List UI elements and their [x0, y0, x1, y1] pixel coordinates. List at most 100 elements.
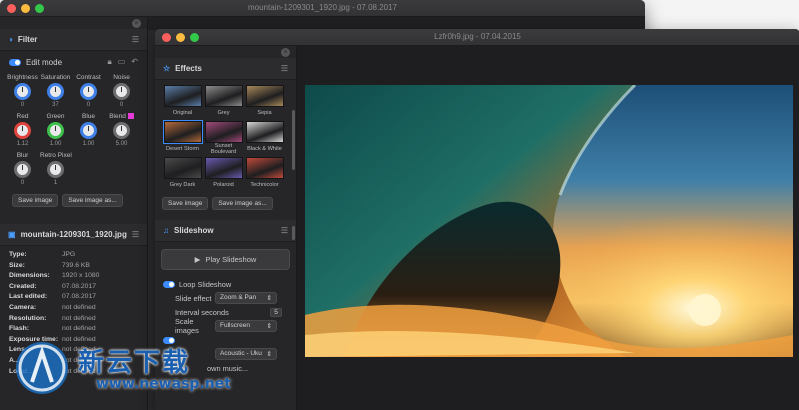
- saturation-dial[interactable]: [47, 83, 64, 100]
- window-title: mountain-1209301_1920.jpg - 07.08.2017: [247, 3, 397, 12]
- effect-tile[interactable]: Polaroid: [204, 157, 243, 191]
- knob-label: Red: [16, 113, 29, 120]
- save-image-button[interactable]: Save image: [12, 194, 59, 207]
- brightness-dial[interactable]: [14, 83, 31, 100]
- info-value: JPG: [62, 251, 76, 258]
- effect-thumbnail: [245, 121, 284, 143]
- effects-section-header[interactable]: ☆ Effects ☰: [155, 58, 296, 80]
- loop-slideshow-toggle[interactable]: [163, 280, 175, 288]
- effect-tile[interactable]: Black & White: [245, 121, 284, 155]
- save-image-as-button[interactable]: Save image as...: [212, 197, 273, 210]
- contrast-dial[interactable]: [80, 83, 97, 100]
- interval-label: Interval seconds: [175, 307, 229, 317]
- slideshow-heading: Slideshow: [174, 226, 214, 235]
- noise-dial[interactable]: [113, 83, 130, 100]
- blend-color-swatch[interactable]: [127, 113, 134, 120]
- green-dial[interactable]: [47, 122, 64, 139]
- chevron-updown-icon: ⇕: [266, 295, 272, 302]
- retro-pixel-dial[interactable]: [47, 161, 64, 178]
- folder-icon[interactable]: ▭: [118, 57, 126, 67]
- section-menu-icon[interactable]: ☰: [132, 35, 139, 44]
- info-value: 1920 x 1080: [62, 272, 100, 280]
- file-info-section-header[interactable]: ▣ mountain-1209301_1920.jpg ☰: [0, 224, 147, 246]
- section-menu-icon[interactable]: ☰: [132, 230, 139, 239]
- effects-grid: Original Grey Sepia Desert Storm Sunset Boul…: [155, 80, 296, 191]
- info-row: Dimensions: 1920 x 1080: [9, 271, 138, 282]
- sidebar-scrollbar[interactable]: [292, 226, 295, 240]
- info-key: Camera:: [9, 303, 37, 311]
- knob-label: Brightness: [7, 74, 38, 81]
- undo-icon[interactable]: ↶: [131, 57, 138, 67]
- effect-thumbnail: [204, 121, 243, 143]
- loop-slideshow-row: Loop Slideshow: [155, 277, 296, 291]
- section-menu-icon[interactable]: ☰: [281, 64, 288, 73]
- image-file-icon: ▣: [8, 230, 16, 239]
- music-note-icon: ♫: [163, 226, 169, 235]
- play-slideshow-button[interactable]: ▶ Play Slideshow: [161, 249, 290, 270]
- knob-value: 1.00: [49, 141, 62, 147]
- knob-label: Saturation: [40, 74, 71, 81]
- watermark-cn-text: 新云下载: [78, 348, 191, 378]
- interval-seconds-input[interactable]: 5: [270, 307, 282, 317]
- knob-red[interactable]: Red 1.12: [7, 112, 38, 148]
- watermark-url: www.newasp.net: [96, 376, 231, 392]
- knob-label: Noise: [113, 74, 130, 81]
- effect-tile[interactable]: Sunset Boulevard: [204, 121, 243, 155]
- effect-tile[interactable]: Desert Storm: [162, 120, 203, 155]
- effects-save-buttons: Save image Save image as...: [155, 191, 296, 216]
- effect-tile[interactable]: Grey Dark: [163, 157, 202, 191]
- knob-contrast[interactable]: Contrast 0: [73, 73, 104, 109]
- knob-brightness[interactable]: Brightness 0: [7, 73, 38, 109]
- knob-label: Blur: [16, 152, 29, 159]
- effect-label: Grey Dark: [169, 182, 196, 188]
- info-value: not defined: [62, 303, 96, 311]
- back-window-titlebar[interactable]: mountain-1209301_1920.jpg - 07.08.2017: [0, 0, 645, 17]
- effect-tile[interactable]: Sepia: [245, 85, 284, 119]
- info-key: Type:: [9, 251, 27, 258]
- section-menu-icon[interactable]: ☰: [281, 226, 288, 235]
- slide-effect-select[interactable]: Zoom & Pan ⇕: [215, 292, 277, 304]
- info-row: Type: JPG: [9, 250, 138, 261]
- knob-label: Contrast: [76, 74, 101, 81]
- filter-icon: ◑: [8, 35, 13, 44]
- filter-save-buttons: Save image Save image as...: [0, 187, 147, 214]
- blur-dial[interactable]: [14, 161, 31, 178]
- knob-blend[interactable]: Blend 5.00: [106, 112, 137, 148]
- info-value: 07.08.2017: [62, 293, 97, 301]
- edit-mode-toggle[interactable]: [9, 58, 21, 66]
- slideshow-section-header[interactable]: ♫ Slideshow ☰: [155, 220, 296, 242]
- edit-mode-label: Edit mode: [26, 57, 63, 67]
- close-panel-icon[interactable]: ×: [281, 48, 290, 57]
- blend-dial[interactable]: [113, 122, 130, 139]
- filter-knobs: Brightness 0 Saturation 37 Contrast 0 No…: [0, 73, 147, 187]
- lock-icon[interactable]: 🔒︎: [107, 57, 111, 67]
- knob-value: 1: [53, 180, 58, 186]
- knob-value: 1.00: [82, 141, 95, 147]
- effect-tile[interactable]: Grey: [204, 85, 243, 119]
- effect-tile[interactable]: Original: [163, 85, 202, 119]
- knob-retro-pixel[interactable]: Retro Pixel 1: [40, 151, 72, 187]
- effects-scrollbar[interactable]: [292, 110, 295, 170]
- filter-section-header[interactable]: ◑ Filter ☰: [0, 29, 147, 51]
- knob-green[interactable]: Green 1.00: [40, 112, 71, 148]
- effect-thumbnail: [163, 157, 202, 179]
- effect-thumbnail: [245, 157, 284, 179]
- knob-label: Blend: [106, 112, 137, 121]
- knob-blur[interactable]: Blur 0: [7, 151, 38, 187]
- red-dial[interactable]: [14, 122, 31, 139]
- knob-blue[interactable]: Blue 1.00: [73, 112, 104, 148]
- effects-heading: Effects: [175, 64, 202, 73]
- effect-tile[interactable]: Technicolor: [245, 157, 284, 191]
- knob-noise[interactable]: Noise 0: [106, 73, 137, 109]
- info-key: Last edited:: [9, 293, 48, 301]
- chevron-updown-icon: ⇕: [266, 323, 272, 330]
- save-image-button[interactable]: Save image: [162, 197, 209, 210]
- blue-dial[interactable]: [80, 122, 97, 139]
- wave-image: [305, 85, 793, 357]
- knob-saturation[interactable]: Saturation 37: [40, 73, 71, 109]
- effect-thumbnail: [204, 157, 243, 179]
- close-panel-icon[interactable]: ×: [132, 19, 141, 28]
- wave-photo[interactable]: [305, 85, 793, 357]
- front-window-titlebar[interactable]: Lzfr0h9.jpg - 07.04.2015: [155, 29, 799, 46]
- save-image-as-button[interactable]: Save image as...: [62, 194, 123, 207]
